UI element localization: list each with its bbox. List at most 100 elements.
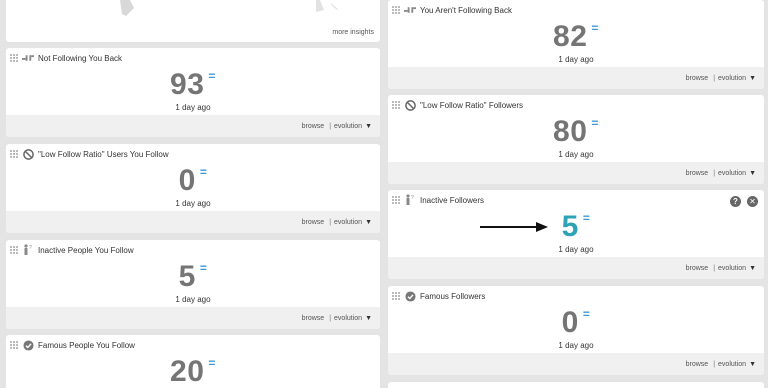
dropdown-caret-icon[interactable]: ▼ <box>749 265 756 272</box>
evolution-link[interactable]: evolution <box>718 361 746 368</box>
card-title: Famous People You Follow <box>10 339 135 351</box>
card-title-text: "Low Follow Ratio" Followers <box>420 100 524 110</box>
verified-badge-icon <box>22 339 34 351</box>
card-count: 80 = <box>388 115 764 152</box>
card-count: 82 = <box>388 20 764 57</box>
count-value: 82 <box>553 20 588 53</box>
card-title-text: Famous People You Follow <box>38 340 135 350</box>
count-value: 0 <box>561 306 579 339</box>
verified-badge-icon <box>404 290 416 302</box>
count-value: 0 <box>178 164 196 197</box>
card-low-ratio-followers: "Low Follow Ratio" Followers 80 = 1 day a… <box>388 95 764 184</box>
card-title-text: Inactive Followers <box>420 195 485 205</box>
count-value: 5 <box>561 210 579 243</box>
separator: | <box>329 314 332 322</box>
prohibited-icon <box>404 99 416 111</box>
separator: | <box>329 122 332 130</box>
drag-handle-icon[interactable] <box>392 101 400 109</box>
evolution-link[interactable]: evolution <box>334 219 362 226</box>
card-count: 0 = <box>6 164 380 201</box>
browse-link[interactable]: browse <box>686 170 709 177</box>
card-count: 93 = <box>6 68 380 105</box>
no-change-indicator: = <box>208 356 216 370</box>
drag-handle-icon[interactable] <box>10 150 18 158</box>
evolution-link[interactable]: evolution <box>334 315 362 322</box>
evolution-link[interactable]: evolution <box>334 123 362 130</box>
card-title-text: Inactive People You Follow <box>38 245 134 255</box>
dropdown-caret-icon[interactable]: ▼ <box>749 361 756 368</box>
card-count: 0 = <box>388 306 764 343</box>
card-famous-followers: Famous Followers 0 = 1 day ago browse | e… <box>388 286 764 375</box>
browse-link[interactable]: browse <box>302 219 325 226</box>
card-count: 5 = <box>6 260 380 297</box>
card-title-text: You Aren't Following Back <box>420 5 512 15</box>
count-value: 5 <box>178 260 196 293</box>
separator: | <box>713 264 716 272</box>
dropdown-caret-icon[interactable]: ▼ <box>365 315 372 322</box>
separator: | <box>329 218 332 226</box>
last-updated: 1 day ago <box>558 150 594 159</box>
drag-handle-icon[interactable] <box>392 292 400 300</box>
last-updated: 1 day ago <box>175 199 211 208</box>
card-count: 5 = <box>388 210 764 247</box>
browse-link[interactable]: browse <box>302 315 325 322</box>
drag-handle-icon[interactable] <box>392 6 400 14</box>
more-insights-link[interactable]: more insights <box>332 29 374 36</box>
prohibited-icon <box>22 148 34 160</box>
close-icon[interactable]: ✕ <box>747 196 758 207</box>
last-updated: 1 day ago <box>558 245 594 254</box>
no-change-indicator: = <box>199 165 208 179</box>
card-footer: browse | evolution ▼ <box>6 211 380 233</box>
card-title: You Aren't Following Back <box>392 4 512 16</box>
broken-link-person-icon <box>22 52 34 64</box>
count-value: 20 <box>170 355 205 388</box>
dropdown-caret-icon[interactable]: ▼ <box>365 123 372 130</box>
separator: | <box>713 74 716 82</box>
count-value: 93 <box>170 68 205 101</box>
browse-link[interactable]: browse <box>686 265 709 272</box>
card-not-following-you-back: Not Following You Back 93 = 1 day ago bro… <box>6 48 380 137</box>
no-change-indicator: = <box>582 211 591 225</box>
dropdown-caret-icon[interactable]: ▼ <box>749 75 756 82</box>
card-footer: browse | evolution ▼ <box>6 307 380 329</box>
card-low-ratio-you-follow: "Low Follow Ratio" Users You Follow 0 = 1… <box>6 144 380 233</box>
insights-graphic <box>120 0 339 16</box>
card-footer: browse | evolution ▼ <box>388 257 764 279</box>
no-change-indicator: = <box>591 116 599 130</box>
no-change-indicator: = <box>591 21 599 35</box>
card-title: Not Following You Back <box>10 52 122 64</box>
help-icon[interactable]: ? <box>730 196 741 207</box>
browse-link[interactable]: browse <box>302 123 325 130</box>
drag-handle-icon[interactable] <box>392 196 400 204</box>
evolution-link[interactable]: evolution <box>718 170 746 177</box>
browse-link[interactable]: browse <box>686 75 709 82</box>
count-value: 80 <box>553 115 588 148</box>
card-footer: browse | evolution ▼ <box>388 162 764 184</box>
no-change-indicator: = <box>199 261 208 275</box>
card-inactive-followers: ? Inactive Followers ? ✕ 5 = 1 day ago br… <box>388 190 764 279</box>
evolution-link[interactable]: evolution <box>718 265 746 272</box>
inactive-person-icon: ? <box>22 244 34 256</box>
no-change-indicator: = <box>582 307 591 321</box>
dropdown-caret-icon[interactable]: ▼ <box>749 170 756 177</box>
drag-handle-icon[interactable] <box>10 246 18 254</box>
no-change-indicator: = <box>208 69 216 83</box>
browse-link[interactable]: browse <box>686 361 709 368</box>
drag-handle-icon[interactable] <box>10 341 18 349</box>
card-title: ? Inactive Followers <box>392 194 484 206</box>
card-footer: browse | evolution ▼ <box>388 353 764 375</box>
drag-handle-icon[interactable] <box>10 54 18 62</box>
card-inactive-you-follow: ? Inactive People You Follow 5 = 1 day ag… <box>6 240 380 329</box>
last-updated: 1 day ago <box>558 341 594 350</box>
last-updated: 1 day ago <box>175 103 211 112</box>
last-updated: 1 day ago <box>175 295 211 304</box>
card-title: "Low Follow Ratio" Followers <box>392 99 523 111</box>
card-title-text: Not Following You Back <box>38 53 123 63</box>
inactive-person-icon: ? <box>404 194 416 206</box>
dropdown-caret-icon[interactable]: ▼ <box>365 219 372 226</box>
evolution-link[interactable]: evolution <box>718 75 746 82</box>
card-title: Famous Followers <box>392 290 485 302</box>
last-updated: 1 day ago <box>558 55 594 64</box>
insights-card: more insights <box>6 0 380 42</box>
svg-text:?: ? <box>411 195 414 201</box>
